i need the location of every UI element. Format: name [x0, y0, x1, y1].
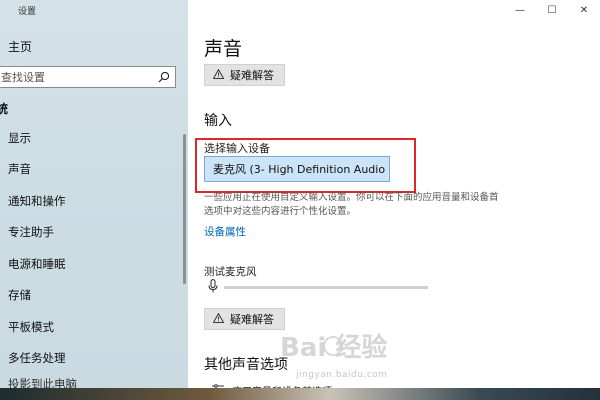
sidebar-scrollbar[interactable]: [183, 134, 186, 284]
test-mic-label: 测试麦克风: [204, 266, 257, 278]
warning-icon: [212, 68, 225, 82]
device-properties-link[interactable]: 设备属性: [204, 224, 246, 239]
window-title: 设置: [18, 7, 37, 17]
minimize-button[interactable]: —: [504, 0, 536, 20]
sidebar-group-heading: 统: [0, 102, 9, 116]
input-description: 一些应用正在使用自定义输入设置。你可以在下面的应用音量和设备首选项中对这些内容进…: [204, 192, 499, 217]
sidebar-item-display[interactable]: 显示: [0, 122, 188, 154]
page-title: 声音: [204, 38, 243, 60]
troubleshoot-label: 疑难解答: [230, 69, 274, 82]
search-placeholder: 查找设置: [1, 71, 45, 84]
sidebar-item-tablet-mode[interactable]: 平板模式: [0, 311, 188, 343]
troubleshoot-button-2[interactable]: 疑难解答: [204, 308, 285, 330]
other-sound-options-heading: 其他声音选项: [204, 357, 288, 373]
close-button[interactable]: ✕: [568, 0, 600, 20]
troubleshoot-button[interactable]: 疑难解答: [204, 64, 285, 86]
choose-input-label: 选择输入设备: [204, 142, 270, 155]
sidebar-item-power-sleep[interactable]: 电源和睡眠: [0, 248, 188, 280]
input-section-heading: 输入: [204, 113, 232, 129]
desktop-background: [0, 388, 600, 400]
sidebar-item-notifications[interactable]: 通知和操作: [0, 185, 188, 217]
sidebar-item-sound[interactable]: 声音: [0, 154, 188, 186]
troubleshoot-label: 疑难解答: [230, 313, 274, 326]
input-device-select[interactable]: 麦克风 (3- High Definition Audio 设备): [204, 156, 390, 182]
sidebar: 设置 主页 查找设置 统 显示 声音 通知和操作 专注助手 电源和睡眠 存储 平…: [0, 0, 188, 400]
sidebar-nav: 显示 声音 通知和操作 专注助手 电源和睡眠 存储 平板模式 多任务处理 投影到…: [0, 122, 188, 392]
warning-icon: [212, 312, 225, 326]
maximize-button[interactable]: ☐: [536, 0, 568, 20]
window-controls: — ☐ ✕: [504, 0, 600, 20]
sidebar-item-storage[interactable]: 存储: [0, 280, 188, 312]
sidebar-item-focus-assist[interactable]: 专注助手: [0, 217, 188, 249]
main-content: — ☐ ✕ 声音 疑难解答 输入 选择输入设备 麦克风 (3- High Def…: [188, 0, 600, 398]
microphone-icon: [208, 278, 218, 297]
sidebar-item-home[interactable]: 主页: [8, 38, 32, 55]
search-icon[interactable]: [153, 67, 175, 87]
mic-level-row: [208, 278, 218, 297]
search-input[interactable]: 查找设置: [0, 66, 176, 88]
mic-level-meter: [224, 286, 428, 289]
sidebar-item-multitasking[interactable]: 多任务处理: [0, 343, 188, 375]
watermark-subtext: jingyan.baidu.com: [296, 370, 388, 380]
